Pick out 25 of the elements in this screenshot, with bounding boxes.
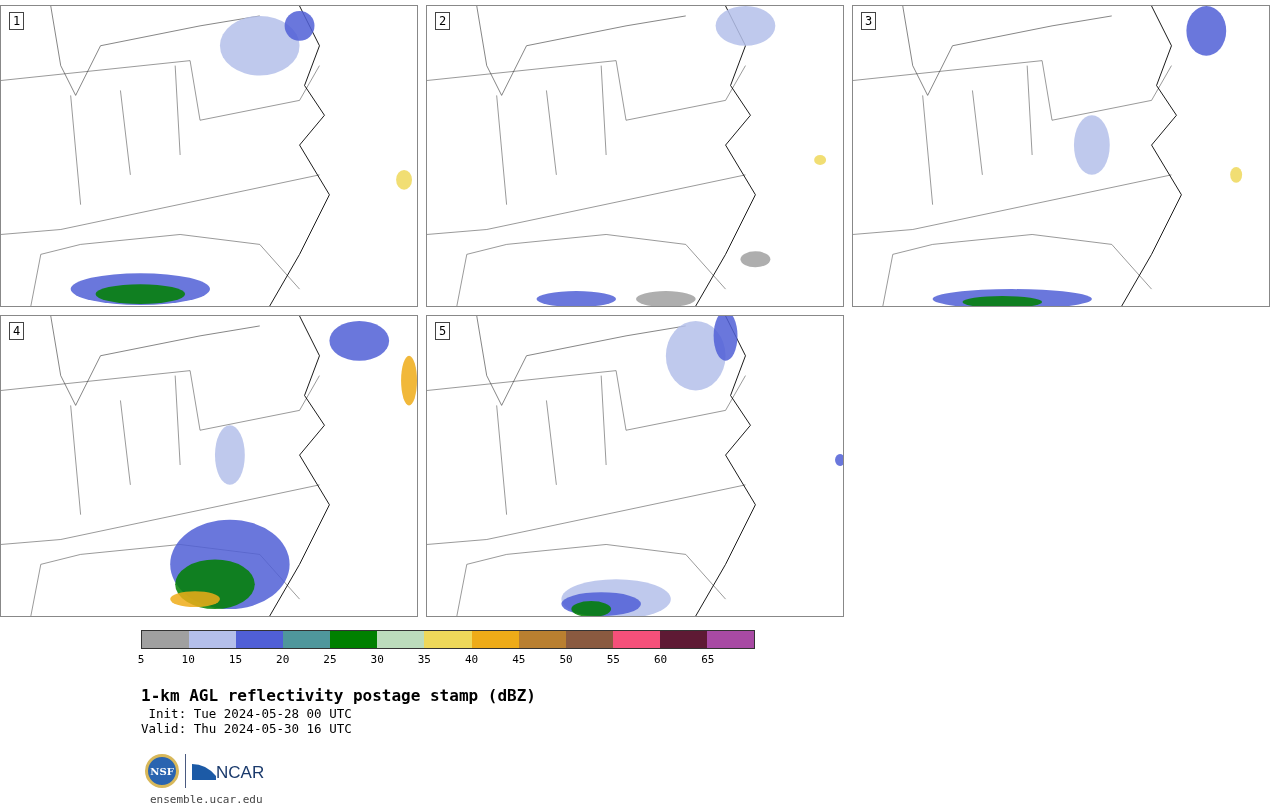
- tick-label: 45: [512, 653, 526, 666]
- tick-label: 60: [653, 653, 668, 666]
- nsf-logo: NSF: [145, 754, 179, 788]
- tick-label: 20: [276, 653, 290, 666]
- tick-label: 5: [137, 653, 145, 666]
- tick-label: 40: [465, 653, 479, 666]
- tick-label: 15: [228, 653, 243, 666]
- tick-label: 30: [370, 653, 384, 666]
- panel-number: 5: [435, 322, 451, 340]
- site-url: ensemble.ucar.edu: [150, 792, 264, 808]
- tick-label: 35: [417, 653, 431, 666]
- tick-label: 25: [323, 653, 337, 666]
- tick-label: 10: [181, 653, 195, 666]
- panel-number: 4: [9, 322, 25, 340]
- tick-label: 55: [606, 653, 620, 666]
- init-time: Init: Tue 2024-05-28 00 UTC: [147, 706, 353, 721]
- swoosh-icon: [192, 762, 216, 780]
- panel-number: 2: [435, 12, 451, 30]
- tick-label: 50: [559, 653, 573, 666]
- panel-number: 3: [861, 12, 877, 30]
- tick-label: 65: [701, 653, 715, 666]
- valid-time: Valid: Thu 2024-05-30 16 UTC: [141, 721, 353, 736]
- panel-number: 1: [9, 12, 25, 30]
- chart-title: 1-km AGL reflectivity postage stamp (dBZ): [141, 686, 537, 706]
- ncar-logo: NCAR: [216, 762, 265, 785]
